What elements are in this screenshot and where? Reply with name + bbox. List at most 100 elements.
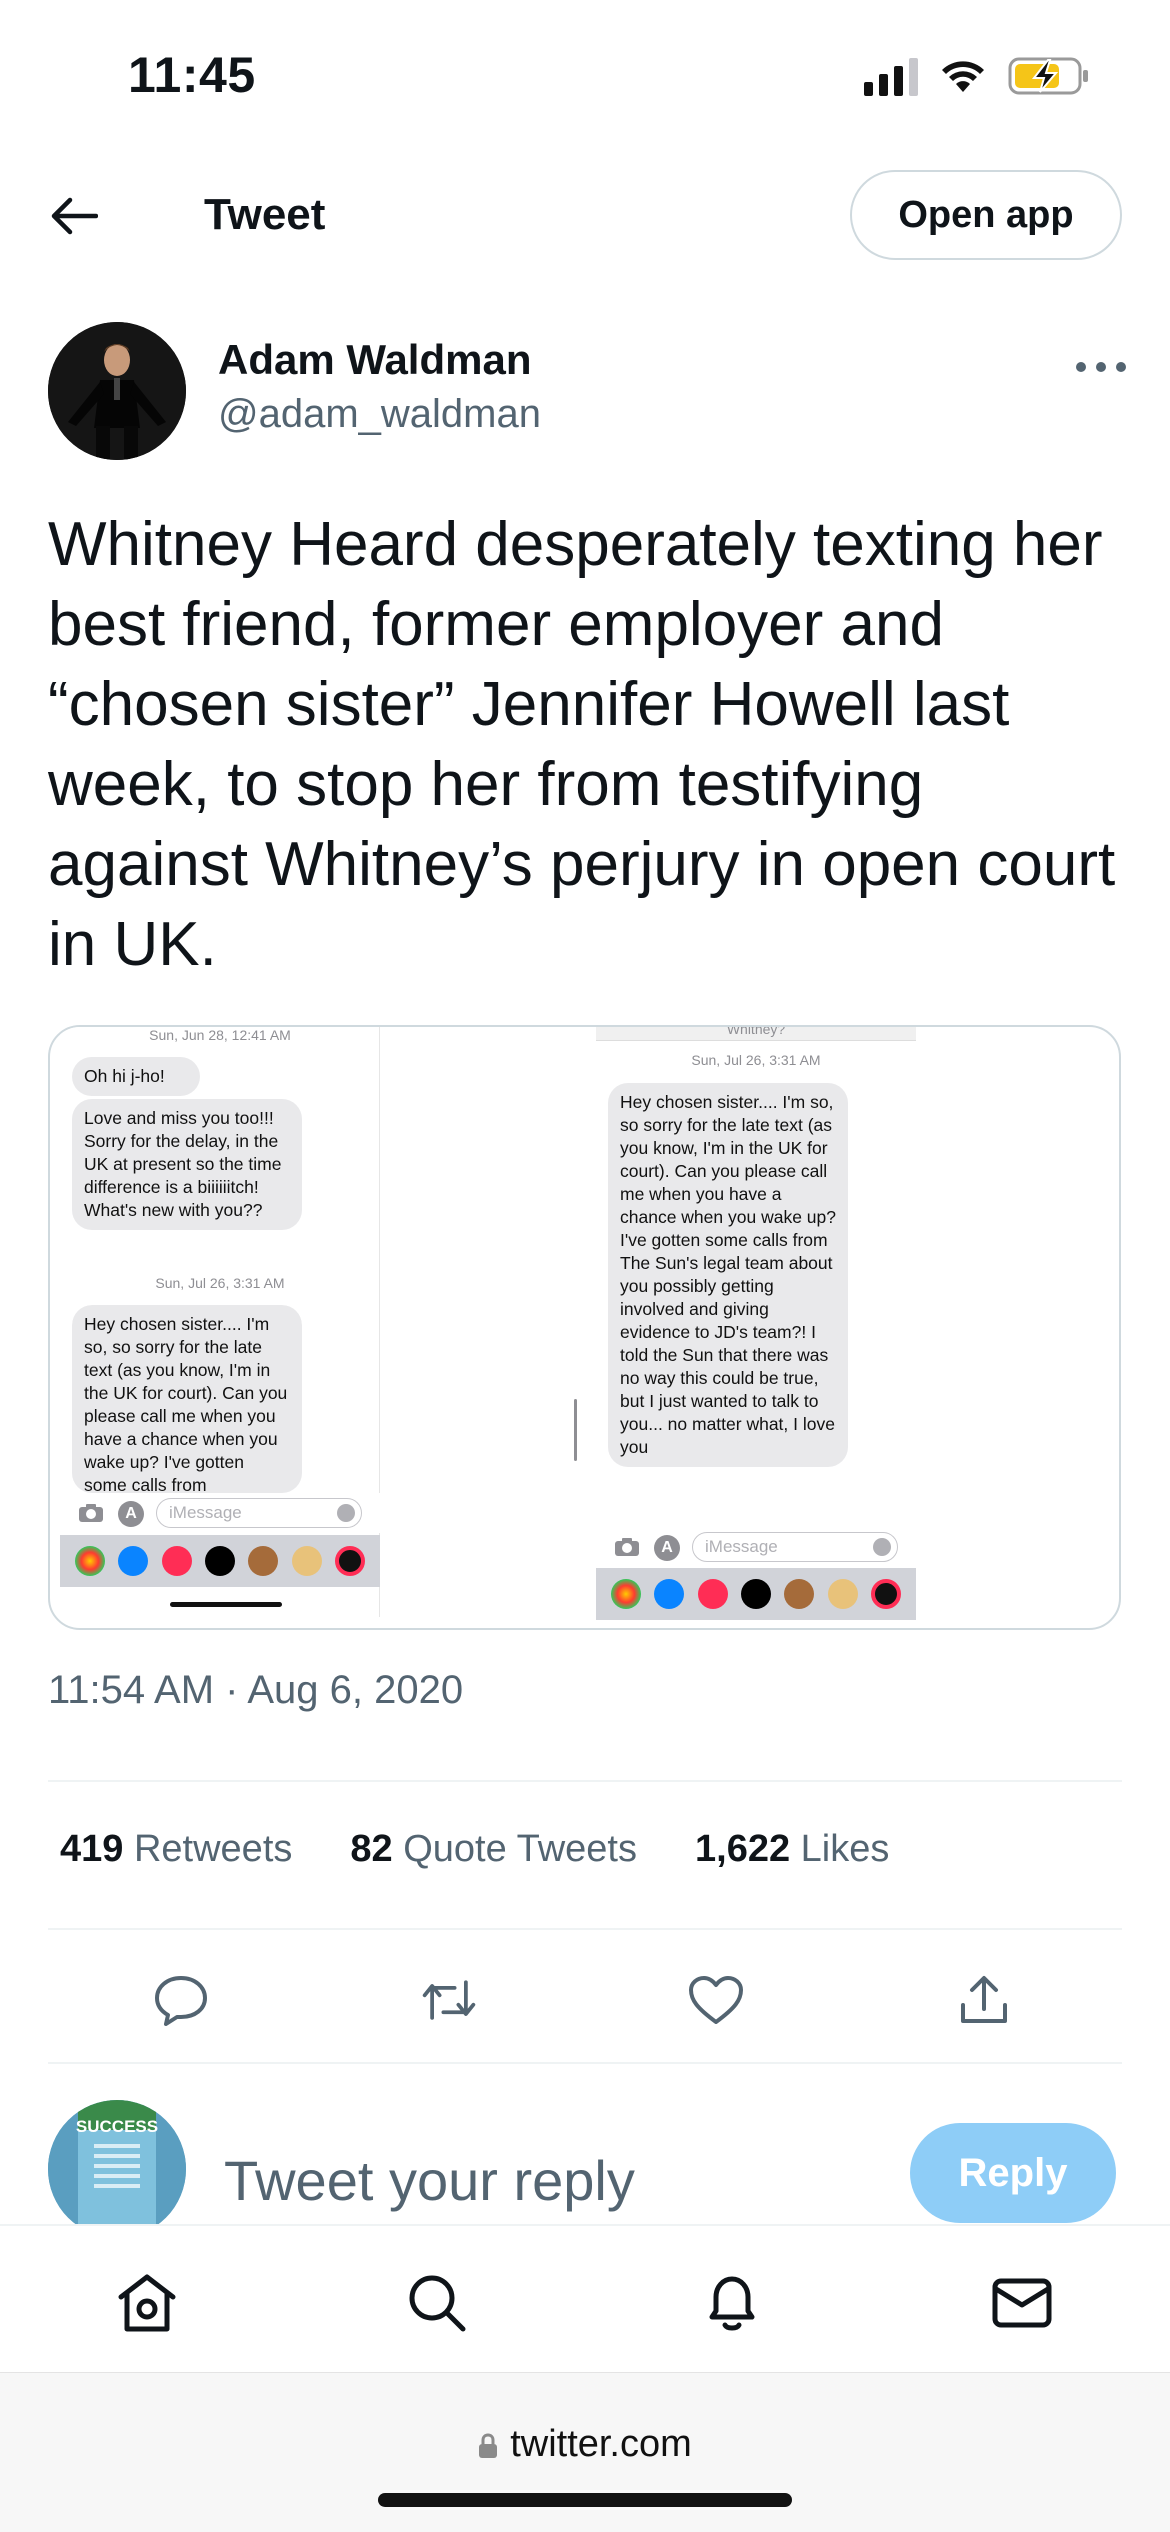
imessage-app-strip xyxy=(596,1568,916,1620)
retweet-action-button[interactable] xyxy=(419,1970,479,2030)
user-avatar[interactable]: SUCCESS xyxy=(48,2100,186,2226)
screenshot-right: Whitney? Sun, Jul 26, 3:31 AM Hey chosen… xyxy=(596,1027,916,1628)
retweets-count: 419 xyxy=(60,1828,124,1870)
comment-icon xyxy=(155,1976,207,2026)
app-store-icon: A xyxy=(118,1501,144,1527)
back-button[interactable] xyxy=(44,186,104,246)
reply-bar: SUCCESS Tweet your reply Reply xyxy=(0,2096,1170,2226)
tweet-stats: 419 Retweets 82 Quote Tweets 1,622 Likes xyxy=(60,1828,889,1871)
apple-pay-icon xyxy=(204,1546,235,1576)
home-indicator xyxy=(378,2493,792,2507)
likes-count: 1,622 xyxy=(695,1828,791,1870)
bell-icon xyxy=(709,2276,755,2331)
nav-explore[interactable] xyxy=(402,2268,472,2338)
animoji-icon xyxy=(291,1546,322,1576)
browser-address-bar[interactable]: twitter.com xyxy=(0,2372,1170,2532)
reply-action-button[interactable] xyxy=(151,1970,211,2030)
image-divider xyxy=(574,1399,577,1461)
share-icon xyxy=(961,1976,1007,2023)
nav-messages[interactable] xyxy=(987,2268,1057,2338)
message-bubble: Oh hi j-ho! xyxy=(72,1057,200,1096)
likes-stat[interactable]: 1,622 Likes xyxy=(695,1828,889,1871)
retweet-icon xyxy=(422,1980,476,2020)
likes-label: Likes xyxy=(800,1828,890,1870)
message-clip: Hey chosen sister.... I'm so, so sorry f… xyxy=(72,1305,302,1493)
store-app-icon xyxy=(118,1546,149,1576)
url-text: twitter.com xyxy=(510,2423,692,2465)
status-bar: 11:45 xyxy=(0,0,1170,150)
nav-notifications[interactable] xyxy=(697,2268,767,2338)
open-app-button[interactable]: Open app xyxy=(850,170,1122,260)
camera-icon xyxy=(615,1538,639,1556)
message-bubble: Hey chosen sister.... I'm so, so sorry f… xyxy=(608,1083,848,1467)
tweet-actions xyxy=(48,1960,1122,2040)
author-name[interactable]: Adam Waldman xyxy=(218,336,531,384)
quote-tweets-label: Quote Tweets xyxy=(403,1828,637,1870)
author-handle[interactable]: @adam_waldman xyxy=(218,392,541,437)
wifi-icon xyxy=(942,61,984,92)
imessage-placeholder: iMessage xyxy=(705,1537,778,1556)
quote-tweets-stat[interactable]: 82 Quote Tweets xyxy=(350,1828,637,1871)
tweet-author: Adam Waldman @adam_waldman xyxy=(48,322,1128,462)
memoji-icon xyxy=(248,1546,279,1576)
screenshot-home-indicator xyxy=(170,1602,282,1607)
status-icons xyxy=(864,54,1090,98)
apple-pay-icon xyxy=(740,1579,771,1609)
photos-app-icon xyxy=(74,1546,105,1576)
message-date: Sun, Jul 26, 3:31 AM xyxy=(691,1052,821,1068)
battery-charging-icon xyxy=(1008,57,1088,95)
avatar-text: SUCCESS xyxy=(76,2117,158,2136)
author-avatar[interactable] xyxy=(48,322,186,460)
reply-button[interactable]: Reply xyxy=(910,2123,1116,2223)
tweet-media[interactable]: Sun, Jun 28, 12:41 AM Oh hi j-ho! Love a… xyxy=(48,1025,1121,1630)
cellular-signal-icon xyxy=(864,56,918,96)
mail-icon xyxy=(992,2278,1052,2328)
tweet-text: Whitney Heard desperately texting her be… xyxy=(48,510,1116,979)
retweets-label: Retweets xyxy=(133,1828,293,1870)
imessage-input-row: A iMessage xyxy=(596,1527,916,1567)
tweet-timestamp[interactable]: 11:54 AM · Aug 6, 2020 xyxy=(48,1668,463,1713)
more-options-icon[interactable] xyxy=(1076,352,1126,382)
message-bubble: Hey chosen sister.... I'm so, so sorry f… xyxy=(72,1305,302,1493)
retweets-stat[interactable]: 419 Retweets xyxy=(60,1828,292,1871)
message-date: Sun, Jul 26, 3:31 AM xyxy=(155,1275,285,1291)
audio-icon xyxy=(873,1538,891,1556)
divider xyxy=(48,1780,1122,1782)
camera-icon xyxy=(79,1504,103,1522)
divider xyxy=(48,1928,1122,1930)
imessage-field: iMessage xyxy=(156,1498,362,1528)
status-time: 11:45 xyxy=(128,47,256,103)
search-icon xyxy=(409,2275,466,2332)
store-app-icon xyxy=(654,1579,685,1609)
imessage-placeholder: iMessage xyxy=(169,1503,242,1522)
search-images-icon xyxy=(697,1579,728,1609)
audio-icon xyxy=(337,1504,355,1522)
share-action-button[interactable] xyxy=(954,1970,1014,2030)
page-title: Tweet xyxy=(204,190,326,239)
nav-home[interactable] xyxy=(112,2268,182,2338)
digital-touch-icon xyxy=(871,1579,902,1609)
photos-app-icon xyxy=(610,1579,641,1609)
message-bubble: Love and miss you too!!! Sorry for the d… xyxy=(72,1099,302,1230)
screenshot-top-strip: Whitney? xyxy=(596,1027,916,1041)
arrow-left-icon xyxy=(51,197,98,235)
heart-icon xyxy=(689,1976,743,2024)
animoji-icon xyxy=(827,1579,858,1609)
memoji-icon xyxy=(784,1579,815,1609)
url-display[interactable]: twitter.com xyxy=(0,2423,1170,2466)
imessage-field: iMessage xyxy=(692,1532,898,1562)
digital-touch-icon xyxy=(335,1546,366,1576)
home-icon xyxy=(118,2274,176,2332)
divider xyxy=(48,2062,1122,2064)
app-store-icon: A xyxy=(654,1535,680,1561)
contact-name-fragment: Whitney? xyxy=(726,1027,786,1037)
reply-input[interactable]: Tweet your reply xyxy=(224,2148,635,2213)
search-images-icon xyxy=(161,1546,192,1576)
screenshot-left: Sun, Jun 28, 12:41 AM Oh hi j-ho! Love a… xyxy=(60,1027,380,1617)
like-action-button[interactable] xyxy=(686,1970,746,2030)
message-date: Sun, Jun 28, 12:41 AM xyxy=(149,1027,291,1043)
bottom-nav xyxy=(0,2224,1170,2372)
lock-icon xyxy=(479,2433,498,2458)
tweet-header: Tweet Open app xyxy=(0,150,1170,280)
imessage-app-strip xyxy=(60,1535,380,1587)
